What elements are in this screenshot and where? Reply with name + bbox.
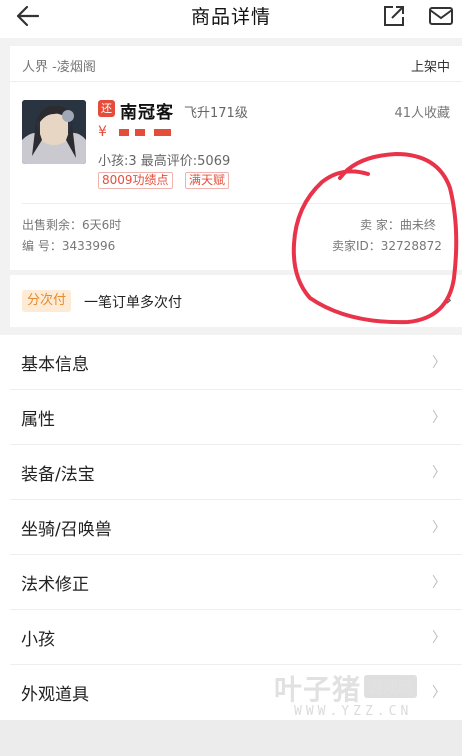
bottom-area	[0, 720, 462, 756]
tag-merit-points: 8009功绩点	[98, 172, 173, 189]
price-redacted-block	[135, 129, 145, 136]
chevron-right-icon: 〉	[432, 575, 446, 591]
price-redacted-block	[154, 129, 171, 136]
seller-name[interactable]: 卖 家：曲未终	[360, 216, 436, 233]
card-header: 人界 -凌烟阁 上架中	[10, 46, 462, 82]
installment-text: 一笔订单多次付	[84, 295, 182, 311]
listing-status: 上架中	[410, 60, 450, 75]
character-avatar[interactable]	[22, 100, 86, 164]
tag-full-talent: 满天赋	[185, 172, 230, 189]
favorites-count[interactable]: 41人收藏	[394, 102, 450, 121]
menu-item-label: 法术修正	[21, 575, 89, 595]
chevron-right-icon: 〉	[432, 520, 446, 536]
price-symbol: ¥	[98, 124, 107, 140]
server-name: 人界 -凌烟阁	[22, 60, 96, 75]
menu-item-label: 小孩	[21, 630, 55, 650]
seller-id-value: 32728872	[380, 239, 442, 253]
detail-menu: 基本信息 〉 属性 〉 装备/法宝 〉 坐骑/召唤兽 〉 法术修正 〉 小孩 〉…	[0, 335, 462, 720]
product-card: 人界 -凌烟阁 上架中 还 南冠客 飞升171级 41人收藏 ¥ 小孩:3 最高…	[10, 46, 462, 270]
menu-item-equipment[interactable]: 装备/法宝 〉	[10, 445, 462, 500]
divider	[22, 203, 450, 204]
sale-remaining-label: 出售剩余：	[22, 218, 83, 232]
character-stats: 小孩:3 最高评价:5069	[98, 154, 231, 169]
seller-id: 卖家ID：32728872	[332, 237, 442, 254]
sale-remaining: 出售剩余：6天6时	[22, 216, 121, 233]
sale-remaining-value: 6天6时	[82, 218, 122, 232]
menu-item-basic-info[interactable]: 基本信息 〉	[10, 335, 462, 390]
mail-icon[interactable]	[428, 4, 454, 28]
chevron-right-icon: 〉	[432, 685, 446, 701]
chevron-right-icon: 〉	[432, 410, 446, 426]
menu-item-spell-correction[interactable]: 法术修正 〉	[10, 555, 462, 610]
seller-id-label: 卖家ID：	[332, 239, 381, 253]
listing-number: 编 号：3433996	[22, 237, 115, 254]
seller-label: 卖 家：	[360, 218, 400, 232]
share-icon[interactable]	[382, 4, 406, 28]
menu-item-mounts-summons[interactable]: 坐骑/召唤兽 〉	[10, 500, 462, 555]
menu-item-attributes[interactable]: 属性 〉	[10, 390, 462, 445]
menu-item-appearance-items[interactable]: 外观道具 〉	[10, 665, 462, 720]
top-nav-bar: 商品详情	[0, 0, 462, 38]
menu-item-label: 属性	[21, 410, 55, 430]
price-redacted-block	[119, 129, 129, 136]
chevron-right-icon: 〉	[432, 465, 446, 481]
menu-item-label: 基本信息	[21, 355, 89, 375]
chevron-right-icon: 〉	[432, 355, 446, 371]
character-name: 南冠客	[120, 103, 174, 123]
number-value: 3433996	[61, 239, 116, 253]
menu-item-label: 坐骑/召唤兽	[21, 520, 112, 540]
menu-item-label: 外观道具	[21, 685, 89, 705]
seller-value: 曲未终	[399, 218, 436, 232]
installment-badge: 分次付	[22, 290, 72, 312]
installment-payment-row[interactable]: 分次付 一笔订单多次付 ›	[10, 275, 462, 327]
menu-item-label: 装备/法宝	[21, 465, 95, 485]
menu-item-children[interactable]: 小孩 〉	[10, 610, 462, 665]
chevron-right-icon: ›	[445, 290, 452, 309]
number-label: 编 号：	[22, 239, 62, 253]
chevron-right-icon: 〉	[432, 630, 446, 646]
return-badge: 还	[98, 100, 115, 117]
character-level: 飞升171级	[184, 106, 248, 121]
